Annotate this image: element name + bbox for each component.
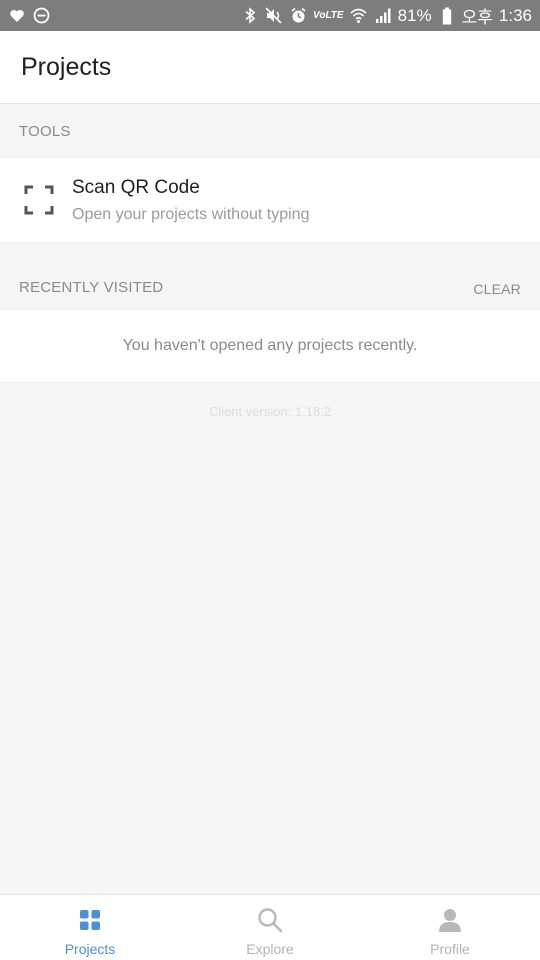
heart-icon bbox=[8, 7, 26, 25]
recently-visited-section-header: RECENTLY VISITED CLEAR bbox=[0, 242, 540, 310]
nav-tab-projects[interactable]: Projects bbox=[0, 895, 180, 960]
wifi-icon bbox=[350, 7, 368, 25]
time-period: 오후 bbox=[461, 8, 493, 27]
grid-icon bbox=[77, 907, 103, 933]
nav-tab-explore-label: Explore bbox=[246, 941, 294, 957]
person-icon bbox=[437, 907, 463, 933]
nav-tab-profile[interactable]: Profile bbox=[360, 895, 540, 960]
status-bar-left bbox=[8, 7, 50, 25]
battery-percent: 81% bbox=[397, 5, 432, 25]
clear-button[interactable]: CLEAR bbox=[473, 277, 521, 297]
tools-section-header: TOOLS bbox=[0, 104, 540, 158]
nav-tab-projects-label: Projects bbox=[64, 941, 116, 957]
battery-icon bbox=[438, 7, 456, 25]
volte-label: VoLTE bbox=[313, 10, 344, 21]
status-bar-right: VoLTE 81% 오후 1:36 bbox=[241, 3, 532, 28]
client-version: Client version: 1.18.2 bbox=[208, 404, 332, 419]
bottom-nav: Projects Explore Profile bbox=[0, 894, 540, 960]
empty-message: You haven't opened any projects recently… bbox=[122, 337, 418, 354]
status-bar: VoLTE 81% 오후 1:36 bbox=[0, 0, 540, 31]
signal-icon bbox=[374, 7, 392, 25]
scan-qr-code-title: Scan QR Code bbox=[72, 176, 200, 198]
bluetooth-icon bbox=[241, 7, 259, 25]
qr-scan-icon bbox=[24, 185, 54, 215]
app-bar: Projects bbox=[0, 31, 540, 104]
scan-qr-code-subtitle: Open your projects without typing bbox=[72, 205, 310, 223]
alarm-icon bbox=[289, 7, 307, 25]
tools-section-label: TOOLS bbox=[19, 122, 71, 140]
recently-visited-empty-state: You haven't opened any projects recently… bbox=[0, 310, 540, 383]
page-title: Projects bbox=[21, 52, 112, 81]
scan-qr-code-item[interactable]: Scan QR Code Open your projects without … bbox=[0, 158, 540, 242]
nav-tab-profile-label: Profile bbox=[430, 941, 470, 957]
recently-visited-label: RECENTLY VISITED bbox=[19, 278, 164, 296]
clock: 1:36 bbox=[498, 5, 532, 25]
mute-icon bbox=[265, 7, 283, 25]
scan-qr-code-text: Scan QR Code Open your projects without … bbox=[72, 177, 309, 224]
do-not-disturb-icon bbox=[32, 7, 50, 25]
search-icon bbox=[257, 907, 283, 933]
nav-tab-explore[interactable]: Explore bbox=[180, 895, 360, 960]
